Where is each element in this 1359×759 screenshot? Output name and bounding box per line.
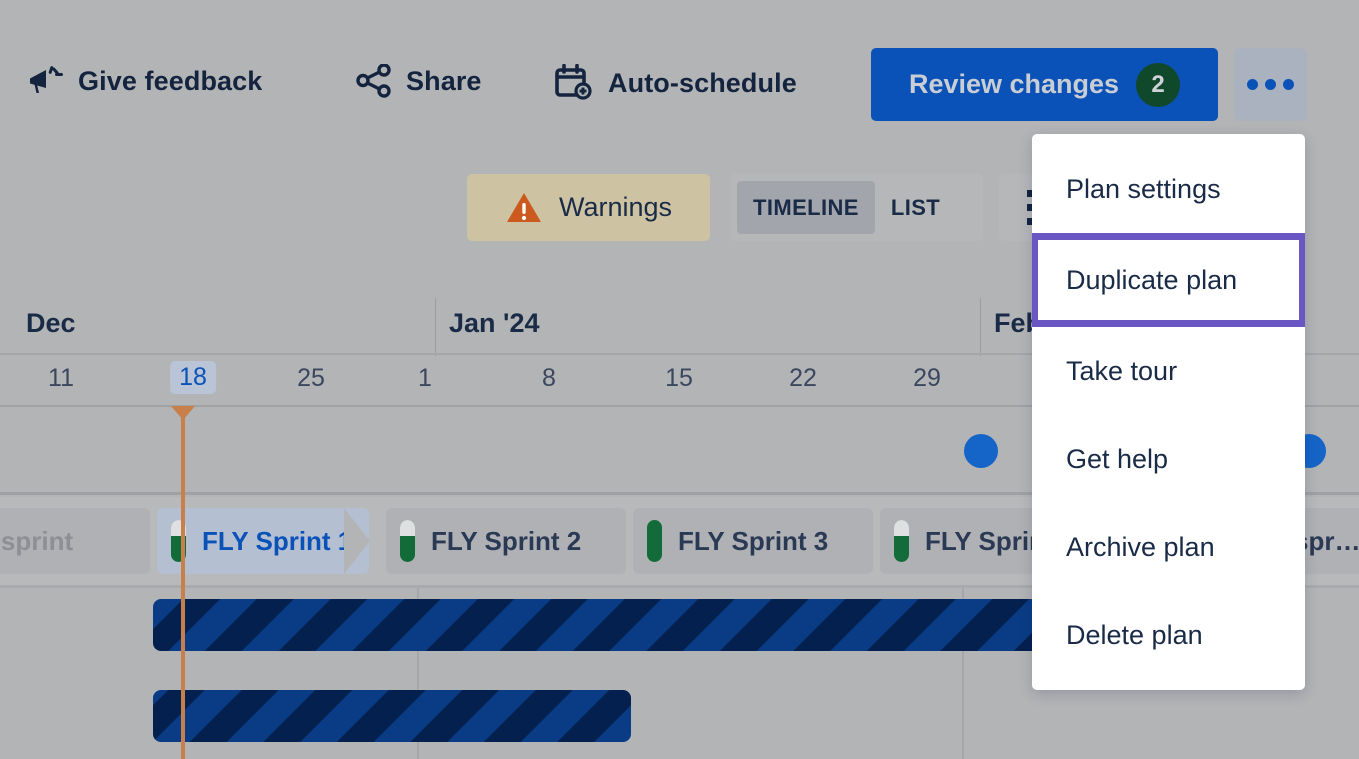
top-toolbar: Give feedback Share xyxy=(0,0,1359,140)
month-divider xyxy=(980,298,981,356)
timeline-day-label: 15 xyxy=(665,364,693,393)
timeline-bar[interactable] xyxy=(153,690,631,742)
sprint-label: FLY Sprint 3 xyxy=(678,526,828,557)
review-changes-button[interactable]: Review changes 2 xyxy=(871,48,1218,121)
timeline-day-label: 29 xyxy=(913,364,941,393)
menu-item-delete-plan[interactable]: Delete plan xyxy=(1032,591,1305,679)
auto-schedule-button[interactable]: Auto-schedule xyxy=(554,64,797,102)
calendar-plus-icon xyxy=(554,64,594,102)
plan-actions-menu[interactable]: Plan settingsDuplicate planTake tourGet … xyxy=(1032,134,1305,690)
sprint-pill[interactable]: FLY Sprint 3 xyxy=(633,508,873,574)
menu-item-duplicate-plan[interactable]: Duplicate plan xyxy=(1032,233,1305,327)
timeline-day-label: 22 xyxy=(789,364,817,393)
today-marker-line xyxy=(181,408,185,759)
sprint-label: FLY Sprint 1 xyxy=(202,526,352,557)
sprint-chevron-icon xyxy=(344,508,369,574)
sprint-pill[interactable]: FLY Sprint 2 xyxy=(386,508,626,574)
menu-item-get-help[interactable]: Get help xyxy=(1032,415,1305,503)
sprint-label: t sprint xyxy=(0,526,73,557)
sprint-progress-capsule-icon xyxy=(894,520,909,562)
menu-item-take-tour[interactable]: Take tour xyxy=(1032,327,1305,415)
megaphone-icon xyxy=(28,64,64,98)
timeline-bar[interactable] xyxy=(153,599,1161,651)
ellipsis-dot-2 xyxy=(1265,79,1276,90)
sprint-label: FLY Sprint 2 xyxy=(431,526,581,557)
milestone-dot[interactable] xyxy=(964,434,998,468)
timeline-month-label: Jan '24 xyxy=(435,308,539,339)
timeline-day-label: 25 xyxy=(297,364,325,393)
timeline-day-label: 1 xyxy=(418,364,432,393)
share-nodes-icon xyxy=(356,64,392,98)
give-feedback-button[interactable]: Give feedback xyxy=(28,64,262,98)
timeline-day-label: 11 xyxy=(48,364,74,393)
sprint-pill[interactable]: FLY Sprint 1 xyxy=(157,508,369,574)
menu-item-plan-settings[interactable]: Plan settings xyxy=(1032,145,1305,233)
tab-list[interactable]: LIST xyxy=(875,181,956,234)
month-text: Jan '24 xyxy=(449,308,539,338)
month-text: Dec xyxy=(26,308,76,338)
timeline-month-label: Dec xyxy=(12,308,76,339)
review-changes-badge: 2 xyxy=(1136,63,1180,107)
month-divider xyxy=(435,298,436,356)
today-marker-triangle xyxy=(171,406,195,420)
app-root: Give feedback Share xyxy=(0,0,1359,759)
more-actions-button[interactable] xyxy=(1234,48,1307,121)
review-changes-label: Review changes xyxy=(909,69,1119,100)
timeline-day-today: 18 xyxy=(170,361,216,394)
ellipsis-horizontal-icon xyxy=(1247,79,1258,90)
warnings-label: Warnings xyxy=(559,192,672,223)
tab-timeline[interactable]: TIMELINE xyxy=(737,181,875,234)
sprint-progress-capsule-icon xyxy=(647,520,662,562)
sprint-pill[interactable]: t sprint xyxy=(0,508,150,574)
give-feedback-label: Give feedback xyxy=(78,66,262,97)
auto-schedule-label: Auto-schedule xyxy=(608,68,797,99)
menu-item-archive-plan[interactable]: Archive plan xyxy=(1032,503,1305,591)
ellipsis-dot-3 xyxy=(1283,79,1294,90)
sprint-progress-capsule-icon xyxy=(400,520,415,562)
warnings-button[interactable]: Warnings xyxy=(467,174,710,241)
sprint-label: FLY Sprin xyxy=(925,526,1045,557)
share-label: Share xyxy=(406,66,482,97)
share-button[interactable]: Share xyxy=(356,64,482,98)
warning-triangle-icon xyxy=(505,191,543,225)
view-mode-toggle[interactable]: TIMELINE LIST xyxy=(730,174,983,241)
timeline-day-label: 8 xyxy=(542,364,556,393)
